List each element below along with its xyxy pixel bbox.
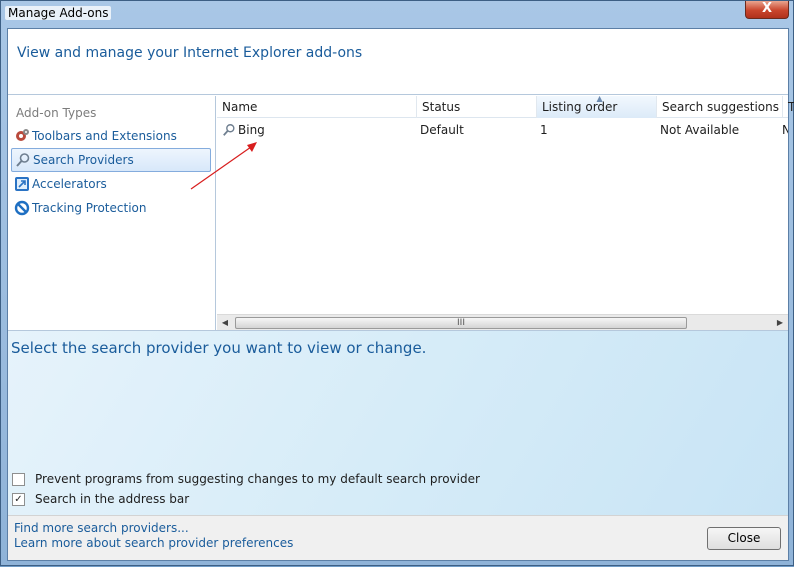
window-title: Manage Add-ons: [5, 6, 112, 20]
provider-name: Bing: [238, 123, 265, 137]
scrollbar-thumb[interactable]: III: [235, 317, 687, 329]
addon-type-toolbars[interactable]: Toolbars and Extensions: [11, 124, 211, 148]
scroll-left-icon[interactable]: ◀: [217, 315, 233, 331]
checkbox-label: Search in the address bar: [35, 492, 190, 506]
addon-types-pane: Add-on Types Toolbars and Extensions Sea…: [8, 96, 216, 330]
column-header-search-suggestions[interactable]: Search suggestions: [657, 96, 783, 118]
footer: Find more search providers... Learn more…: [8, 515, 788, 560]
no-entry-icon: [14, 200, 30, 216]
accelerator-icon: [14, 176, 30, 192]
prevent-suggestions-option[interactable]: Prevent programs from suggesting changes…: [12, 472, 480, 486]
search-address-bar-checkbox[interactable]: ✓: [12, 492, 25, 506]
addon-type-tracking-protection[interactable]: Tracking Protection: [11, 196, 211, 220]
prevent-suggestions-checkbox[interactable]: [12, 472, 25, 486]
column-header-name[interactable]: Name: [217, 96, 417, 118]
details-title: Select the search provider you want to v…: [11, 339, 427, 357]
cell-listing-order: 1: [540, 123, 548, 137]
table-row[interactable]: Bing Default 1 Not Available N: [217, 120, 788, 140]
checkbox-label: Prevent programs from suggesting changes…: [35, 472, 480, 486]
addon-type-label: Accelerators: [32, 177, 107, 191]
column-header-label: Listing order: [542, 100, 618, 114]
cell-truncated: N: [782, 123, 788, 137]
details-pane: Select the search provider you want to v…: [8, 330, 788, 515]
horizontal-scrollbar[interactable]: ◀ III ▶: [217, 314, 788, 330]
manage-addons-window: Manage Add-ons X View and manage your In…: [0, 0, 794, 566]
close-button[interactable]: Close: [707, 527, 781, 550]
sort-ascending-icon: ▲: [596, 94, 603, 103]
gear-icon: [14, 128, 30, 144]
dialog-client-area: View and manage your Internet Explorer a…: [7, 28, 794, 561]
header-band: View and manage your Internet Explorer a…: [8, 29, 788, 95]
cell-search-suggestions: Not Available: [660, 123, 740, 137]
column-headers: Name Status ▲ Listing order Search sugge…: [217, 94, 794, 118]
addon-type-label: Toolbars and Extensions: [32, 129, 177, 143]
addon-types-heading: Add-on Types: [16, 106, 97, 120]
column-header-listing-order[interactable]: ▲ Listing order: [537, 94, 657, 118]
addon-type-label: Tracking Protection: [32, 201, 147, 215]
search-icon: [222, 123, 236, 137]
search-address-bar-option[interactable]: ✓ Search in the address bar: [12, 492, 189, 506]
learn-more-link[interactable]: Learn more about search provider prefere…: [14, 536, 293, 550]
column-header-status[interactable]: Status: [417, 96, 537, 118]
addon-type-accelerators[interactable]: Accelerators: [11, 172, 211, 196]
find-more-providers-link[interactable]: Find more search providers...: [14, 521, 189, 535]
window-close-button[interactable]: X: [745, 1, 789, 19]
search-icon: [15, 152, 31, 168]
addon-type-search-providers[interactable]: Search Providers: [11, 148, 211, 172]
header-text: View and manage your Internet Explorer a…: [17, 45, 363, 61]
cell-name: Bing: [222, 120, 412, 140]
addon-type-label: Search Providers: [33, 153, 134, 167]
scroll-right-icon[interactable]: ▶: [772, 315, 788, 331]
column-header-truncated[interactable]: T: [783, 96, 794, 118]
addon-list: Name Status ▲ Listing order Search sugge…: [217, 94, 794, 330]
title-bar[interactable]: Manage Add-ons X: [1, 1, 794, 27]
cell-status: Default: [420, 123, 464, 137]
